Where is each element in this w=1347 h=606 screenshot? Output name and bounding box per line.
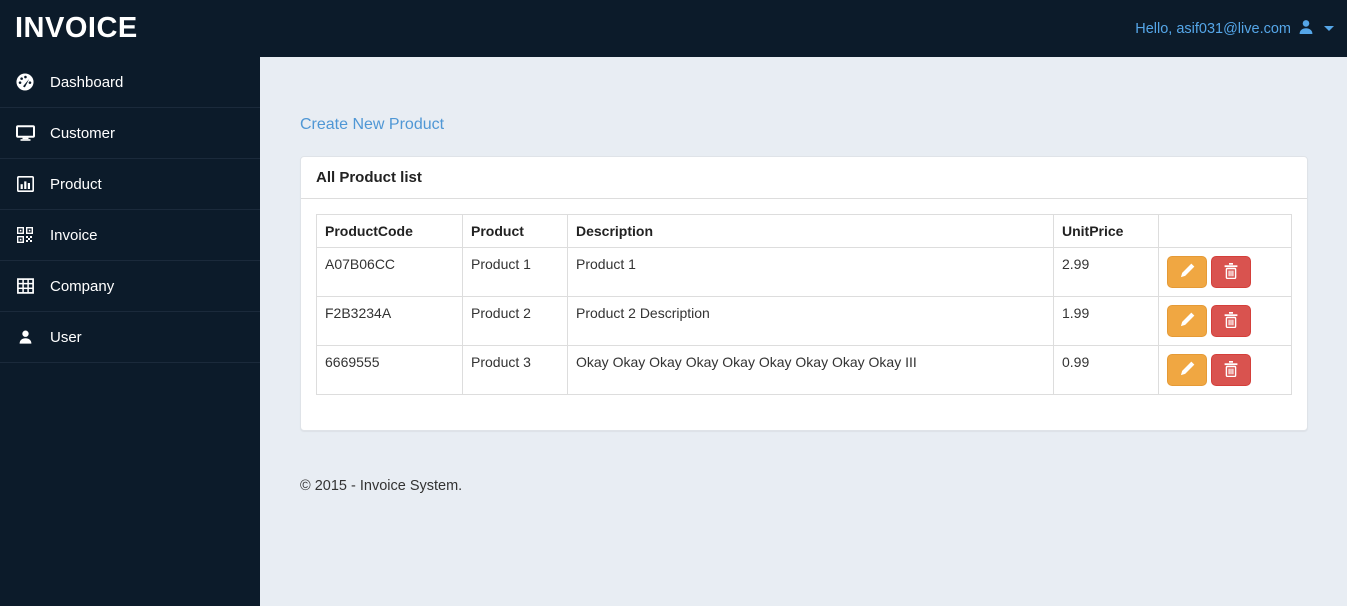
edit-button[interactable] xyxy=(1167,305,1207,337)
sidebar-item-customer[interactable]: Customer xyxy=(0,108,260,159)
pencil-icon xyxy=(1180,361,1195,379)
sidebar-item-label: User xyxy=(50,328,82,346)
cell-unit-price: 2.99 xyxy=(1053,247,1159,297)
sidebar-item-invoice[interactable]: Invoice xyxy=(0,210,260,261)
app-logo[interactable]: INVOICE xyxy=(15,12,138,45)
cell-product: Product 2 xyxy=(462,296,568,346)
col-header-unitprice: UnitPrice xyxy=(1053,214,1159,248)
user-avatar-icon xyxy=(1298,19,1314,38)
cell-actions xyxy=(1158,345,1292,395)
trash-icon xyxy=(1224,262,1238,282)
user-dropdown-toggle[interactable]: Hello, asif031@live.com xyxy=(1135,19,1334,38)
top-navbar: INVOICE Hello, asif031@live.com xyxy=(0,0,1347,57)
cell-description: Okay Okay Okay Okay Okay Okay Okay Okay … xyxy=(567,345,1054,395)
desktop-icon xyxy=(15,125,35,141)
sidebar-item-label: Company xyxy=(50,277,115,295)
pencil-icon xyxy=(1180,312,1195,330)
create-new-product-link[interactable]: Create New Product xyxy=(300,116,444,134)
col-header-productcode: ProductCode xyxy=(316,214,463,248)
sidebar-item-label: Invoice xyxy=(50,226,98,244)
col-header-product: Product xyxy=(462,214,568,248)
edit-button[interactable] xyxy=(1167,256,1207,288)
table-row: 6669555 Product 3 Okay Okay Okay Okay Ok… xyxy=(316,345,1292,395)
cell-description: Product 1 xyxy=(567,247,1054,297)
cell-product-code: 6669555 xyxy=(316,345,463,395)
sidebar-item-company[interactable]: Company xyxy=(0,261,260,312)
cell-description: Product 2 Description xyxy=(567,296,1054,346)
panel-title: All Product list xyxy=(301,157,1307,199)
cell-actions xyxy=(1158,247,1292,297)
user-greeting: Hello, asif031@live.com xyxy=(1135,20,1291,37)
table-grid-icon xyxy=(15,278,35,294)
product-list-panel: All Product list ProductCode Product Des… xyxy=(300,156,1308,431)
sidebar-item-label: Customer xyxy=(50,124,116,142)
trash-icon xyxy=(1224,360,1238,380)
product-table: ProductCode Product Description UnitPric… xyxy=(316,214,1292,395)
col-header-description: Description xyxy=(567,214,1054,248)
sidebar-item-user[interactable]: User xyxy=(0,312,260,363)
sidebar-nav: Dashboard Customer Product Invoice Compa… xyxy=(0,57,260,606)
cell-product-code: A07B06CC xyxy=(316,247,463,297)
cell-product: Product 1 xyxy=(462,247,568,297)
bar-chart-icon xyxy=(15,176,35,192)
chevron-down-icon xyxy=(1324,26,1334,31)
table-header-row: ProductCode Product Description UnitPric… xyxy=(316,214,1292,248)
cell-unit-price: 0.99 xyxy=(1053,345,1159,395)
sidebar-item-label: Product xyxy=(50,175,102,193)
delete-button[interactable] xyxy=(1211,305,1251,337)
cell-product: Product 3 xyxy=(462,345,568,395)
copyright-footer: © 2015 - Invoice System. xyxy=(300,478,463,494)
delete-button[interactable] xyxy=(1211,354,1251,386)
delete-button[interactable] xyxy=(1211,256,1251,288)
col-header-actions xyxy=(1158,214,1292,248)
qrcode-icon xyxy=(15,227,35,243)
trash-icon xyxy=(1224,311,1238,331)
sidebar-item-product[interactable]: Product xyxy=(0,159,260,210)
main-content: Create New Product All Product list Prod… xyxy=(260,57,1347,606)
table-row: A07B06CC Product 1 Product 1 2.99 xyxy=(316,247,1292,297)
table-row: F2B3234A Product 2 Product 2 Description… xyxy=(316,296,1292,346)
cell-unit-price: 1.99 xyxy=(1053,296,1159,346)
cell-product-code: F2B3234A xyxy=(316,296,463,346)
pencil-icon xyxy=(1180,263,1195,281)
cell-actions xyxy=(1158,296,1292,346)
dashboard-gauge-icon xyxy=(15,73,35,91)
edit-button[interactable] xyxy=(1167,354,1207,386)
sidebar-item-label: Dashboard xyxy=(50,73,124,91)
sidebar-item-dashboard[interactable]: Dashboard xyxy=(0,57,260,108)
person-icon xyxy=(15,329,35,345)
